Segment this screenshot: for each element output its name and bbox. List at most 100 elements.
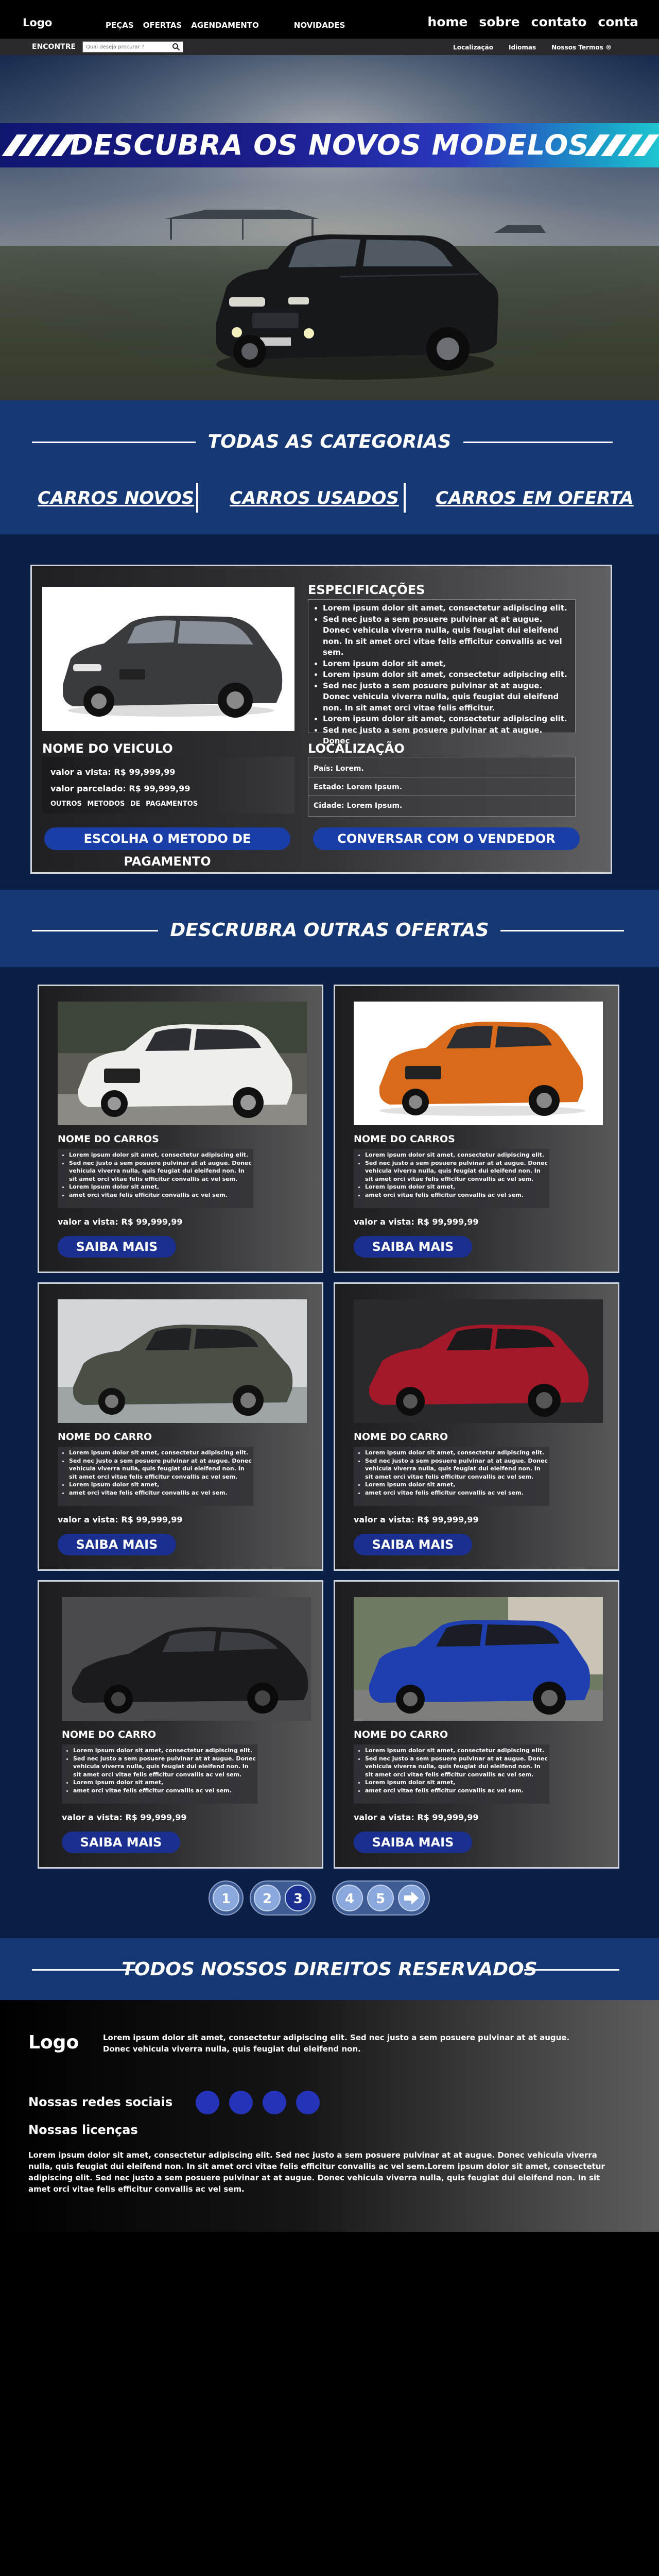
- hero-section: DESCUBRA OS NOVOS MODELOS: [0, 55, 659, 400]
- offer-feature-item: Lorem ipsum dolor sit amet,: [365, 1778, 548, 1787]
- top-header: Logo PEÇAS OFERTAS AGENDAMENTO NOVIDADES…: [0, 0, 659, 39]
- offer-feature-item: amet orci vitae felis efficitur convalli…: [365, 1787, 548, 1795]
- page-bottom-area: [0, 2232, 659, 2576]
- search-input[interactable]: [82, 41, 183, 53]
- page-group: 1: [209, 1880, 244, 1916]
- offer-features: Lorem ipsum dolor sit amet, consectetur …: [354, 1447, 549, 1506]
- offer-card: NOME DO CARRO Lorem ipsum dolor sit amet…: [38, 1580, 323, 1869]
- social-icon[interactable]: [229, 2091, 253, 2114]
- page-5-button[interactable]: 5: [367, 1885, 394, 1911]
- offer-car-name: NOME DO CARROS: [354, 1133, 455, 1145]
- license-title: Nossas licenças: [28, 2123, 138, 2137]
- hero-banner: DESCUBRA OS NOVOS MODELOS: [0, 123, 659, 167]
- offer-card: NOME DO CARRO Lorem ipsum dolor sit amet…: [38, 1282, 323, 1571]
- offer-feature-item: Lorem ipsum dolor sit amet, consectetur …: [69, 1449, 252, 1457]
- category-links: CARROS NOVOS CARROS USADOS CARROS EM OFE…: [0, 483, 659, 514]
- offer-feature-item: Lorem ipsum dolor sit amet,: [73, 1778, 256, 1787]
- saiba-mais-button[interactable]: SAIBA MAIS: [354, 1534, 472, 1555]
- offer-feature-item: Sed nec justo a sem posuere pulvinar at …: [365, 1159, 548, 1183]
- rights-heading: TODOS NOSSOS DIREITOS RESERVADOS: [0, 1957, 659, 1982]
- offer-car-name: NOME DO CARRO: [354, 1729, 448, 1740]
- location-divider: [308, 795, 575, 796]
- categories-section: TODAS AS CATEGORIAS CARROS NOVOS CARROS …: [0, 400, 659, 534]
- nav-novidades[interactable]: NOVIDADES: [294, 21, 345, 30]
- nav-sobre[interactable]: sobre: [479, 14, 519, 29]
- specs-list: Lorem ipsum dolor sit amet, consectetur …: [308, 599, 576, 745]
- featured-car-image: [42, 587, 294, 731]
- page-3-button-active[interactable]: 3: [285, 1885, 311, 1911]
- hero-image: [0, 55, 659, 400]
- offer-card: NOME DO CARRO Lorem ipsum dolor sit amet…: [334, 1282, 619, 1571]
- search-icon[interactable]: [172, 43, 180, 51]
- offer-feature-item: Sed nec justo a sem posuere pulvinar at …: [73, 1755, 256, 1779]
- page-2-button[interactable]: 2: [254, 1885, 281, 1911]
- location-title: LOCALIZAÇÃO: [308, 741, 405, 756]
- featured-vehicle-name: NOME DO VEICULO: [42, 741, 173, 756]
- offer-feature-item: amet orci vitae felis efficitur convalli…: [73, 1787, 256, 1795]
- link-idiomas[interactable]: Idiomas: [509, 44, 536, 51]
- spec-item: Lorem ipsum dolor sit amet, consectetur …: [323, 603, 570, 614]
- contact-seller-button[interactable]: CONVERSAR COM O VENDEDOR: [313, 827, 580, 850]
- offer-car-image: [58, 1299, 307, 1423]
- offer-price: valor a vista: R$ 99,999,99: [58, 1217, 183, 1227]
- offers-heading-section: DESCRUBRA OUTRAS OFERTAS: [0, 890, 659, 967]
- spec-item: Lorem ipsum dolor sit amet, consectetur …: [323, 714, 570, 725]
- saiba-mais-button[interactable]: SAIBA MAIS: [58, 1534, 176, 1555]
- link-localizacao[interactable]: Localização: [453, 44, 493, 51]
- featured-price-cash: valor a vista: R$ 99,999,99: [50, 767, 176, 777]
- offer-card: NOME DO CARROS Lorem ipsum dolor sit ame…: [334, 985, 619, 1273]
- social-icon[interactable]: [296, 2091, 320, 2114]
- offer-feature-item: Sed nec justo a sem posuere pulvinar at …: [69, 1159, 252, 1183]
- search-label: ENCONTRE: [32, 43, 76, 51]
- offer-feature-item: Lorem ipsum dolor sit amet, consectetur …: [365, 1449, 548, 1457]
- spec-item: Lorem ipsum dolor sit amet,: [323, 658, 570, 670]
- offer-features: Lorem ipsum dolor sit amet, consectetur …: [58, 1447, 253, 1506]
- choose-payment-button[interactable]: ESCOLHA O METODO DE PAGAMENTO: [44, 827, 290, 869]
- other-payment-methods[interactable]: OUTROS METODOS DE PAGAMENTOS: [50, 800, 198, 808]
- heading-rule-right: [463, 442, 613, 443]
- nav-conta[interactable]: conta: [598, 14, 638, 29]
- link-termos[interactable]: Nossos Termos ®: [551, 44, 612, 51]
- footer-logo[interactable]: Logo: [28, 2032, 79, 2053]
- next-page-arrow-icon[interactable]: [398, 1885, 425, 1911]
- footer-description: Lorem ipsum dolor sit amet, consectetur …: [103, 2033, 570, 2054]
- offer-feature-item: Lorem ipsum dolor sit amet, consectetur …: [69, 1151, 252, 1159]
- saiba-mais-button[interactable]: SAIBA MAIS: [62, 1832, 180, 1853]
- category-carros-novos[interactable]: CARROS NOVOS: [38, 488, 194, 509]
- nav-agendamento[interactable]: AGENDAMENTO: [191, 21, 259, 30]
- page-1-button[interactable]: 1: [213, 1885, 239, 1911]
- saiba-mais-button[interactable]: SAIBA MAIS: [354, 1832, 472, 1853]
- offer-price: valor a vista: R$ 99,999,99: [354, 1515, 479, 1524]
- license-text: Lorem ipsum dolor sit amet, consectetur …: [28, 2150, 605, 2194]
- social-icon[interactable]: [196, 2091, 219, 2114]
- nav-pecas[interactable]: PEÇAS: [106, 21, 134, 30]
- offer-feature-item: amet orci vitae felis efficitur convalli…: [365, 1489, 548, 1497]
- saiba-mais-button[interactable]: SAIBA MAIS: [58, 1236, 176, 1258]
- offer-features: Lorem ipsum dolor sit amet, consectetur …: [62, 1744, 257, 1804]
- search-bar: ENCONTRE Localização Idiomas Nossos Term…: [0, 39, 659, 55]
- spec-item: Sed nec justo a sem posuere pulvinar at …: [323, 614, 570, 658]
- category-carros-oferta[interactable]: CARROS EM OFERTA: [436, 488, 634, 509]
- social-icon[interactable]: [263, 2091, 286, 2114]
- page-4-button[interactable]: 4: [336, 1885, 363, 1911]
- offer-card: NOME DO CARROS Lorem ipsum dolor sit ame…: [38, 985, 323, 1273]
- categories-heading: TODAS AS CATEGORIAS: [0, 429, 659, 455]
- saiba-mais-button[interactable]: SAIBA MAIS: [354, 1236, 472, 1258]
- heading-rule-right: [524, 1969, 619, 1971]
- featured-vehicle-card: NOME DO VEICULO valor a vista: R$ 99,999…: [30, 565, 612, 874]
- nav-contato[interactable]: contato: [531, 14, 587, 29]
- offer-car-name: NOME DO CARRO: [354, 1431, 448, 1443]
- nav-home[interactable]: home: [427, 14, 467, 29]
- nav-ofertas[interactable]: OFERTAS: [143, 21, 182, 30]
- offers-section: NOME DO CARROS Lorem ipsum dolor sit ame…: [0, 967, 659, 1938]
- offer-car-image: [354, 1002, 603, 1125]
- offer-feature-item: Lorem ipsum dolor sit amet, consectetur …: [73, 1747, 256, 1755]
- offer-price: valor a vista: R$ 99,999,99: [354, 1812, 479, 1822]
- footer: Logo Lorem ipsum dolor sit amet, consect…: [0, 2000, 659, 2232]
- offer-feature-item: Lorem ipsum dolor sit amet,: [365, 1481, 548, 1489]
- category-carros-usados[interactable]: CARROS USADOS: [230, 488, 399, 509]
- logo[interactable]: Logo: [23, 16, 52, 29]
- offer-car-image: [58, 1002, 307, 1125]
- offer-feature-item: Sed nec justo a sem posuere pulvinar at …: [365, 1755, 548, 1779]
- category-divider: [404, 483, 406, 513]
